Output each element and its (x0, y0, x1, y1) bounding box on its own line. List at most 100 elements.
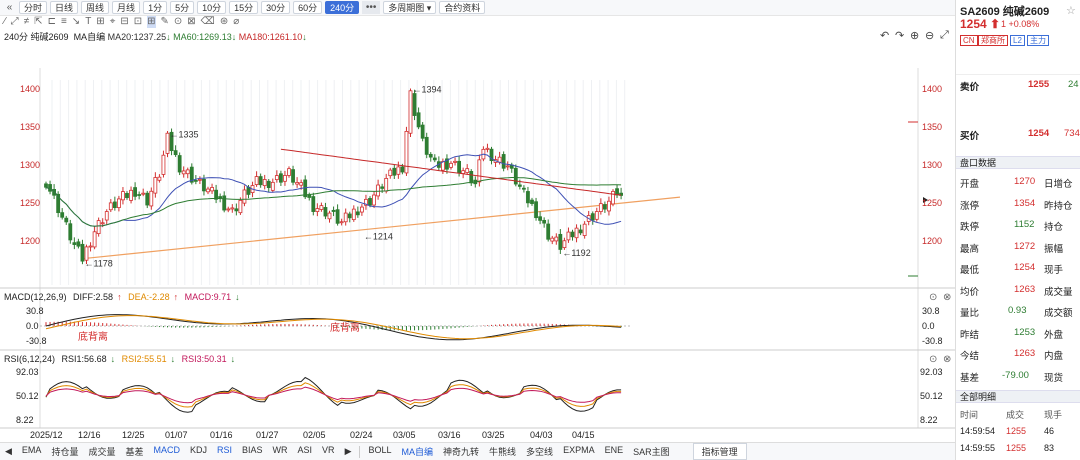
candle-body (92, 231, 97, 248)
candle-body (230, 207, 235, 210)
sub-indicator-tab[interactable]: 持仓量 (46, 445, 83, 458)
market-data-row: 涨停 1354 昨持仓 (956, 194, 1080, 216)
price-axis-label: 1400 (20, 83, 41, 94)
candle-body (408, 90, 413, 134)
favorite-icon[interactable]: ☆ (1066, 4, 1076, 17)
rsi-settings-icon[interactable]: ⊙ (929, 354, 937, 365)
candle-body (218, 196, 223, 199)
main-indicator-tab[interactable]: MA自编 (397, 445, 439, 458)
candle-body (274, 175, 279, 181)
candle-body (104, 211, 109, 221)
candle-body (530, 199, 534, 204)
macd-dea: DEA:-2.28 (128, 292, 170, 302)
candle-body (343, 212, 348, 223)
tick-volume: 83 (1044, 443, 1055, 453)
price-axis-label-right: 1300 (922, 159, 943, 170)
candle-body (465, 168, 470, 173)
candle-body (469, 171, 474, 184)
main-indicator-tab[interactable]: SAR主图 (628, 445, 675, 458)
main-indicator-tab[interactable]: ENE (600, 445, 629, 458)
candle-body (331, 209, 336, 212)
candle-body (339, 221, 344, 224)
candle-body (388, 169, 393, 177)
price-axis-label-right: 1350 (922, 121, 943, 132)
candle-body (283, 175, 287, 182)
candle-body (100, 222, 105, 225)
candle-body (222, 195, 227, 211)
candle-body (566, 231, 571, 241)
rsi-axis-label-right: 8.22 (920, 415, 938, 425)
main-indicator-tab[interactable]: BOLL (363, 445, 396, 458)
main-indicator-tabs: BOLL MA自编 神奇九转 牛熊线 多空线 EXPMA ENE SAR主图 (363, 445, 674, 458)
candle-body (449, 162, 453, 168)
date-axis-label: 02/24 (350, 430, 373, 440)
candle-body (133, 187, 138, 197)
bid-volume: 734 (1064, 128, 1080, 139)
candle-body (202, 178, 206, 192)
candle-body (44, 183, 48, 188)
rsi-axis-label: 8.22 (16, 415, 34, 425)
date-axis-label: 12/25 (122, 430, 145, 440)
chart-grid (0, 68, 955, 429)
price-axis-label: 1300 (20, 159, 41, 170)
candle-body (432, 157, 437, 161)
candle-body (513, 167, 518, 185)
candle-body (477, 159, 482, 183)
candle-body (562, 240, 567, 249)
candle-body (299, 182, 304, 186)
sub-indicator-tab[interactable]: EMA (17, 445, 47, 458)
main-indicator-tab[interactable]: 神奇九转 (438, 445, 484, 458)
price-change: 1 +0.08% (1001, 19, 1040, 29)
sub-indicator-tab[interactable]: WR (268, 445, 293, 458)
sub-indicator-tab[interactable]: VR (317, 445, 340, 458)
sub-indicator-tab[interactable]: BIAS (237, 445, 268, 458)
candle-body (598, 203, 603, 212)
scroll-left-icon[interactable]: ◀ (0, 446, 17, 457)
candle-body (210, 187, 214, 192)
main-indicator-tab[interactable]: EXPMA (558, 445, 600, 458)
candle-body (457, 160, 462, 174)
candle-body (161, 154, 166, 175)
candle-body (311, 196, 316, 212)
candle-body (570, 231, 575, 238)
date-axis-label: 03/25 (482, 430, 505, 440)
main-indicator-tab[interactable]: 牛熊线 (484, 445, 521, 458)
candle-body (254, 176, 259, 185)
market-data-label: 基差 (960, 372, 980, 384)
candle-body (582, 223, 587, 236)
sub-indicator-tab[interactable]: 成交量 (83, 445, 120, 458)
candle-body (76, 241, 81, 247)
candle-body (376, 184, 381, 197)
macd-close-icon[interactable]: ⊗ (943, 292, 951, 303)
main-indicator-tab[interactable]: 多空线 (521, 445, 558, 458)
rsi3-arrow: ↓ (230, 354, 236, 364)
tag-exchange: 郑商所 (978, 35, 1008, 46)
candle-body (355, 211, 360, 216)
market-data-label: 今结 (960, 351, 980, 362)
sub-indicator-tab[interactable]: 基差 (120, 445, 148, 458)
candle-body (590, 213, 595, 221)
sub-indicator-tab[interactable]: MACD (148, 445, 185, 458)
candle-body (72, 242, 77, 245)
sub-indicator-tab[interactable]: RSI (212, 445, 237, 458)
candle-body (505, 165, 510, 168)
price-annotation: ←1178 (84, 259, 112, 269)
indicator-manager-button[interactable]: 指标管理 (692, 443, 747, 460)
candle-body (574, 227, 579, 239)
price-annotation: ←1394 (413, 84, 442, 94)
tick-price: 1255 (1006, 426, 1027, 436)
scroll-right-icon[interactable]: ▶ (340, 446, 357, 457)
rsi-close-icon[interactable]: ⊗ (943, 354, 951, 365)
trading-chart-window: « 分时 日线 周线 月线 1分 5分 10分 15分 30分 60分 240分 ••• 多周期图 … (0, 0, 1080, 460)
market-data-row: 量比 0.93 成交额 (956, 301, 1080, 323)
market-data-value: 1254 (1014, 262, 1036, 273)
tick-col-time: 时间 (960, 410, 979, 420)
date-axis-label: 03/16 (438, 430, 461, 440)
candle-body (291, 169, 295, 183)
chart-canvas[interactable]: ←1394←1335←1178←1214←1192 底背离底背离 (0, 0, 955, 442)
sub-indicator-tab[interactable]: KDJ (185, 445, 212, 458)
sub-indicator-tab[interactable]: ASI (293, 445, 318, 458)
candle-body (121, 191, 125, 201)
macd-settings-icon[interactable]: ⊙ (929, 292, 937, 303)
candle-body (270, 181, 275, 191)
